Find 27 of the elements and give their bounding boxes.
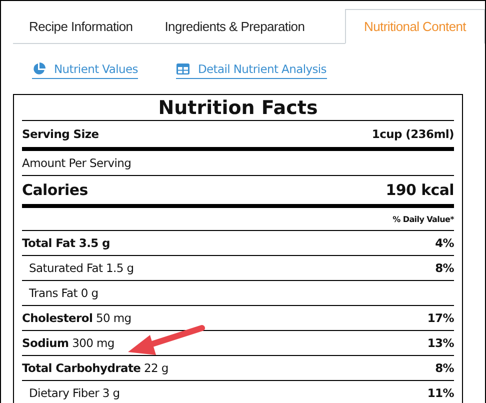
nutrient-name: Cholesterol 50 mg — [22, 311, 132, 325]
tab[interactable]: Ingredients & Preparation — [148, 9, 321, 43]
daily-percent: 17% — [427, 311, 454, 325]
serving-size-value: 1cup (236ml) — [372, 127, 454, 141]
serving-size-label: Serving Size — [22, 127, 99, 141]
daily-percent: 11% — [427, 386, 454, 400]
daily-value-header: % Daily Value* — [392, 214, 454, 224]
link[interactable]: Nutrient Values — [32, 60, 138, 79]
link[interactable]: Detail Nutrient Analysis — [176, 60, 327, 79]
nutrient-name: Trans Fat 0 g — [29, 286, 98, 300]
nutrient-name: Total Carbohydrate 22 g — [22, 361, 168, 375]
calories-label: Calories — [22, 181, 88, 199]
daily-percent: 4% — [435, 236, 454, 250]
pie-chart-icon — [32, 62, 46, 76]
nutrient-name: Dietary Fiber 3 g — [29, 386, 120, 400]
amount-per-serving: Amount Per Serving — [22, 156, 132, 170]
tab[interactable]: Nutritional Content — [345, 9, 485, 44]
nutrient-name: Saturated Fat 1.5 g — [29, 261, 134, 275]
nutrient-name: Total Fat 3.5 g — [22, 236, 110, 250]
table-icon — [176, 62, 190, 76]
daily-percent: 8% — [435, 361, 454, 375]
nutrient-name: Sodium 300 mg — [22, 336, 114, 350]
tab[interactable]: Recipe Information — [13, 9, 149, 43]
label-title: Nutrition Facts — [22, 95, 454, 121]
daily-percent: 13% — [427, 336, 454, 350]
calories-value: 190 kcal — [386, 181, 454, 199]
daily-percent: 8% — [435, 261, 454, 275]
